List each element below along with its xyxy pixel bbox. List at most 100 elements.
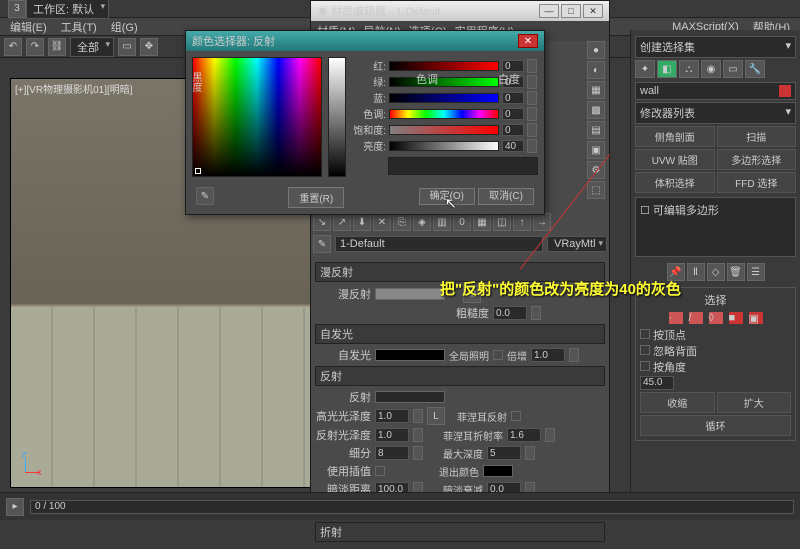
blue-value[interactable]: 0 — [502, 92, 524, 104]
exit-color-swatch[interactable] — [483, 465, 513, 477]
reflect-gloss-spinner[interactable]: 1.0 — [375, 428, 409, 442]
pick-icon[interactable]: ✎ — [313, 235, 331, 253]
preview-icon[interactable]: ▣ — [587, 141, 605, 159]
put-material-icon[interactable]: ↗ — [333, 213, 351, 231]
make-copy-icon[interactable]: ⎘ — [393, 213, 411, 231]
menu-edit[interactable]: 编辑(E) — [4, 17, 53, 37]
mod-button[interactable]: 多边形选择 — [717, 149, 797, 170]
mod-button[interactable]: FFD 选择 — [717, 172, 797, 193]
whiteness-slider[interactable] — [328, 57, 346, 177]
sample-type-icon[interactable]: ● — [587, 41, 605, 59]
options-icon[interactable]: ⚙ — [587, 161, 605, 179]
fresnel-ior-spinner[interactable]: 1.6 — [507, 428, 541, 442]
filter-dropdown[interactable]: 全部 — [70, 37, 114, 57]
backlight-icon[interactable]: ◐ — [587, 61, 605, 79]
mod-button[interactable]: 体积选择 — [635, 172, 715, 193]
reset-icon[interactable]: ✕ — [373, 213, 391, 231]
hue-saturation-field[interactable] — [192, 57, 322, 177]
fresnel-checkbox[interactable] — [511, 411, 521, 421]
video-check-icon[interactable]: ▤ — [587, 121, 605, 139]
mod-button[interactable]: 侧角剖面 — [635, 126, 715, 147]
menu-tools[interactable]: 工具(T) — [55, 17, 103, 37]
selfillum-swatch[interactable] — [375, 349, 445, 361]
remove-mod-icon[interactable]: 🗑 — [727, 263, 745, 281]
subdivs-spinner[interactable]: 8 — [375, 446, 409, 460]
value-value[interactable]: 40 — [502, 140, 524, 152]
value-slider[interactable] — [389, 141, 499, 151]
create-tab-icon[interactable]: ✦ — [635, 60, 655, 78]
hilight-gloss-spinner[interactable]: 1.0 — [375, 409, 409, 423]
gi-checkbox[interactable] — [493, 350, 503, 360]
use-interp-checkbox[interactable] — [375, 466, 385, 476]
ring-button[interactable]: 循环 — [640, 415, 791, 436]
selection-set-dropdown[interactable]: 创建选择集▾ — [635, 36, 796, 58]
polygon-icon[interactable]: ■ — [729, 312, 743, 324]
color-picker-titlebar[interactable]: 颜色选择器: 反射 ✕ — [186, 31, 544, 51]
stack-item[interactable]: 可编辑多边形 — [653, 205, 719, 217]
reset-button[interactable]: 重置(R) — [288, 187, 344, 208]
spinner-buttons[interactable] — [527, 59, 537, 73]
hierarchy-tab-icon[interactable]: ⛬ — [679, 60, 699, 78]
hue-value[interactable]: 0 — [502, 108, 524, 120]
redo-icon[interactable]: ↷ — [26, 38, 44, 56]
refract-section[interactable]: 折射 — [315, 522, 605, 542]
grow-button[interactable]: 扩大 — [717, 392, 792, 413]
red-slider[interactable] — [389, 61, 499, 71]
assign-icon[interactable]: ⬇ — [353, 213, 371, 231]
shrink-button[interactable]: 收缩 — [640, 392, 715, 413]
close-icon[interactable]: ✕ — [518, 34, 538, 48]
material-editor-titlebar[interactable]: ◉ 材质编辑器 - 1-Default — □ ✕ — [311, 1, 609, 21]
spinner-buttons[interactable] — [413, 409, 423, 423]
make-unique-icon[interactable]: ◈ — [413, 213, 431, 231]
selfillum-section[interactable]: 自发光 — [315, 324, 605, 344]
mod-button[interactable]: 扫描 — [717, 126, 797, 147]
spinner-buttons[interactable] — [527, 75, 537, 89]
mod-button[interactable]: UVW 贴图 — [635, 149, 715, 170]
sat-value[interactable]: 0 — [502, 124, 524, 136]
menu-group[interactable]: 组(G) — [105, 17, 144, 37]
modifier-list-dropdown[interactable]: 修改器列表▾ — [635, 102, 796, 124]
select-icon[interactable]: ▭ — [118, 38, 136, 56]
minimize-icon[interactable]: — — [539, 4, 559, 18]
material-type-button[interactable]: VRayMtl — [547, 236, 607, 252]
spinner-buttons[interactable] — [413, 446, 423, 460]
reflect-section[interactable]: 反射 — [315, 366, 605, 386]
spinner-buttons[interactable] — [531, 306, 541, 320]
object-color-swatch[interactable] — [779, 85, 791, 97]
go-forward-icon[interactable]: → — [533, 213, 551, 231]
modifier-stack[interactable]: ☐ 可编辑多边形 — [635, 197, 796, 257]
workspace-dropdown[interactable]: 工作区: 默认 — [26, 0, 109, 19]
utilities-tab-icon[interactable]: 🔧 — [745, 60, 765, 78]
background-icon[interactable]: ▦ — [587, 81, 605, 99]
move-icon[interactable]: ✥ — [140, 38, 158, 56]
configure-icon[interactable]: ☰ — [747, 263, 765, 281]
cancel-button[interactable]: 取消(C) — [478, 188, 534, 205]
show-map-icon[interactable]: ▦ — [473, 213, 491, 231]
put-library-icon[interactable]: ▥ — [433, 213, 451, 231]
sat-slider[interactable] — [389, 125, 499, 135]
spinner-buttons[interactable] — [527, 107, 537, 121]
link-icon[interactable]: ⛓ — [48, 38, 66, 56]
spinner-buttons[interactable] — [413, 428, 423, 442]
show-result-icon[interactable]: Ⅱ — [687, 263, 705, 281]
close-icon[interactable]: ✕ — [583, 4, 603, 18]
lock-icon[interactable]: L — [427, 407, 445, 425]
maxdepth-spinner[interactable]: 5 — [487, 446, 521, 460]
modify-tab-icon[interactable]: ◧ — [657, 60, 677, 78]
element-icon[interactable]: ▣ — [749, 312, 763, 324]
spinner-buttons[interactable] — [569, 348, 579, 362]
blue-slider[interactable] — [389, 93, 499, 103]
go-parent-icon[interactable]: ↑ — [513, 213, 531, 231]
display-tab-icon[interactable]: ▭ — [723, 60, 743, 78]
color-cursor[interactable] — [195, 168, 201, 174]
by-angle-checkbox[interactable] — [640, 361, 650, 371]
roughness-spinner[interactable]: 0.0 — [493, 306, 527, 320]
reflect-swatch[interactable] — [375, 391, 445, 403]
mult-spinner[interactable]: 1.0 — [531, 348, 565, 362]
make-unique-icon[interactable]: ◇ — [707, 263, 725, 281]
object-name-field[interactable]: wall — [635, 82, 796, 100]
time-slider[interactable]: 0 / 100 — [30, 500, 794, 514]
spinner-buttons[interactable] — [527, 123, 537, 137]
mat-id-icon[interactable]: 0 — [453, 213, 471, 231]
timeline-config-icon[interactable]: ▸ — [6, 498, 24, 516]
